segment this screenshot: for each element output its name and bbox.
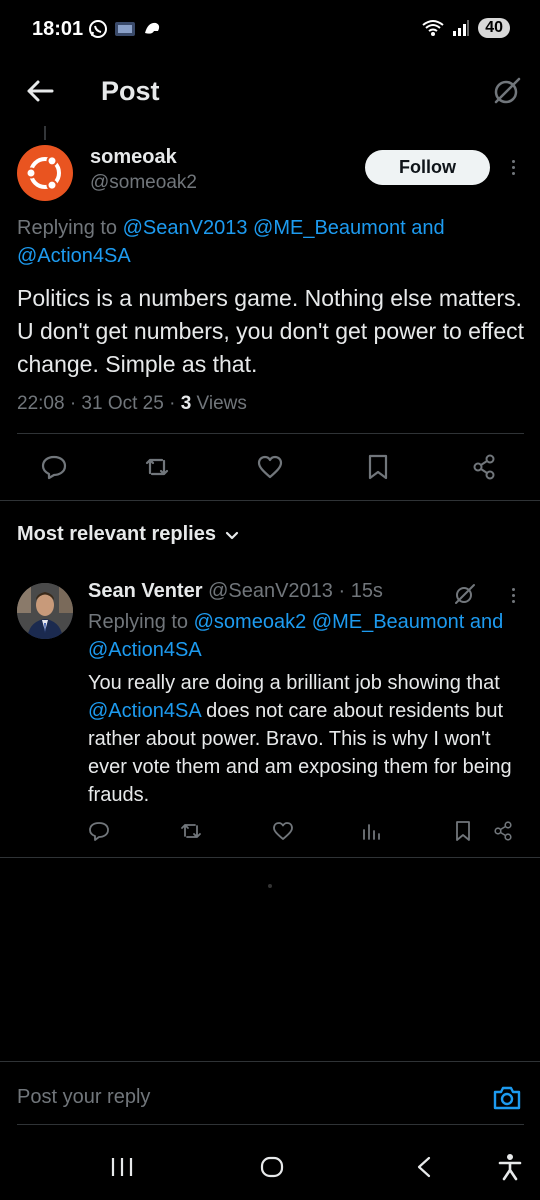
wifi-icon [422, 20, 444, 36]
back-arrow-icon[interactable] [24, 75, 56, 107]
grok-icon[interactable] [490, 74, 524, 108]
system-icons: 40 [422, 18, 510, 38]
loading-dot [268, 884, 272, 888]
more-options-icon[interactable] [503, 157, 523, 177]
reply-more-options-icon[interactable] [503, 585, 523, 605]
camera-icon[interactable] [492, 1083, 522, 1113]
post-timestamp: 22:08 · 31 Oct 25 · [17, 393, 181, 414]
ubuntu-logo-icon [22, 150, 68, 196]
divider [0, 857, 540, 858]
follow-button[interactable]: Follow [365, 150, 490, 185]
recent-apps-icon[interactable] [109, 1155, 135, 1179]
mention-link[interactable]: @Action4SA [88, 639, 202, 661]
reply-icon[interactable] [40, 453, 68, 481]
share-icon[interactable] [470, 453, 498, 481]
bookmark-icon[interactable] [452, 820, 474, 842]
author-name[interactable]: someoak [90, 146, 177, 169]
views-count[interactable]: 3 [181, 393, 192, 414]
mention-link[interactable]: @ME_Beaumont [312, 611, 465, 633]
notification-icons [88, 19, 162, 39]
reply-header: Sean Venter @SeanV2013 · 15s [88, 580, 383, 603]
reply-text: You really are doing a brilliant job sho… [88, 672, 512, 806]
author-handle[interactable]: @someoak2 [90, 172, 197, 194]
system-nav-bar [0, 1145, 540, 1200]
chevron-down-icon [225, 531, 239, 539]
status-bar: 18:01 40 [0, 0, 540, 60]
divider [0, 1061, 540, 1062]
like-icon[interactable] [256, 453, 284, 481]
status-time: 18:01 [32, 18, 84, 40]
reply-replying-to: Replying to @someoak2 @ME_Beaumont and @… [88, 611, 504, 661]
accessibility-icon[interactable] [497, 1153, 523, 1181]
person-photo [17, 583, 73, 639]
post-text: Politics is a numbers game. Nothing else… [17, 285, 524, 377]
post-meta: 22:08 · 31 Oct 25 · 3 Views [17, 393, 247, 415]
whatsapp-icon [89, 20, 107, 38]
mention-link[interactable]: @SeanV2013 [123, 217, 248, 239]
repost-icon[interactable] [143, 453, 171, 481]
signal-icon [453, 20, 470, 36]
views-label[interactable]: Views [191, 393, 247, 414]
like-icon[interactable] [272, 820, 294, 842]
grok-icon[interactable] [453, 582, 477, 606]
app-notification-icon [115, 22, 135, 36]
home-icon[interactable] [259, 1154, 285, 1180]
divider [17, 1124, 524, 1125]
bookmark-icon[interactable] [364, 453, 392, 481]
page-title: Post [101, 76, 160, 106]
replies-sort-label: Most relevant replies [17, 523, 216, 545]
mention-link[interactable]: @Action4SA [17, 245, 131, 267]
mention-link[interactable]: @Action4SA [88, 700, 201, 722]
views-icon[interactable] [360, 820, 382, 842]
battery-indicator: 40 [478, 18, 510, 38]
reply-handle-time[interactable]: @SeanV2013 · 15s [203, 580, 383, 602]
back-nav-icon[interactable] [413, 1155, 435, 1179]
thread-line [44, 126, 46, 140]
divider [17, 433, 524, 434]
reply-avatar[interactable] [17, 583, 73, 639]
replying-to: Replying to @SeanV2013 @ME_Beaumont and … [17, 217, 445, 267]
mention-link[interactable]: @someoak2 [194, 611, 307, 633]
snapchat-like-icon [145, 22, 160, 34]
reply-composer-input[interactable]: Post your reply [17, 1086, 150, 1109]
mention-link[interactable]: @ME_Beaumont [253, 217, 406, 239]
share-icon[interactable] [492, 820, 514, 842]
top-app-bar: Post [0, 60, 540, 124]
divider [0, 500, 540, 501]
repost-icon[interactable] [180, 820, 202, 842]
reply-icon[interactable] [88, 820, 110, 842]
author-avatar[interactable] [17, 145, 73, 201]
reply-author-name[interactable]: Sean Venter [88, 580, 203, 602]
replies-sort-dropdown[interactable]: Most relevant replies [17, 523, 240, 546]
